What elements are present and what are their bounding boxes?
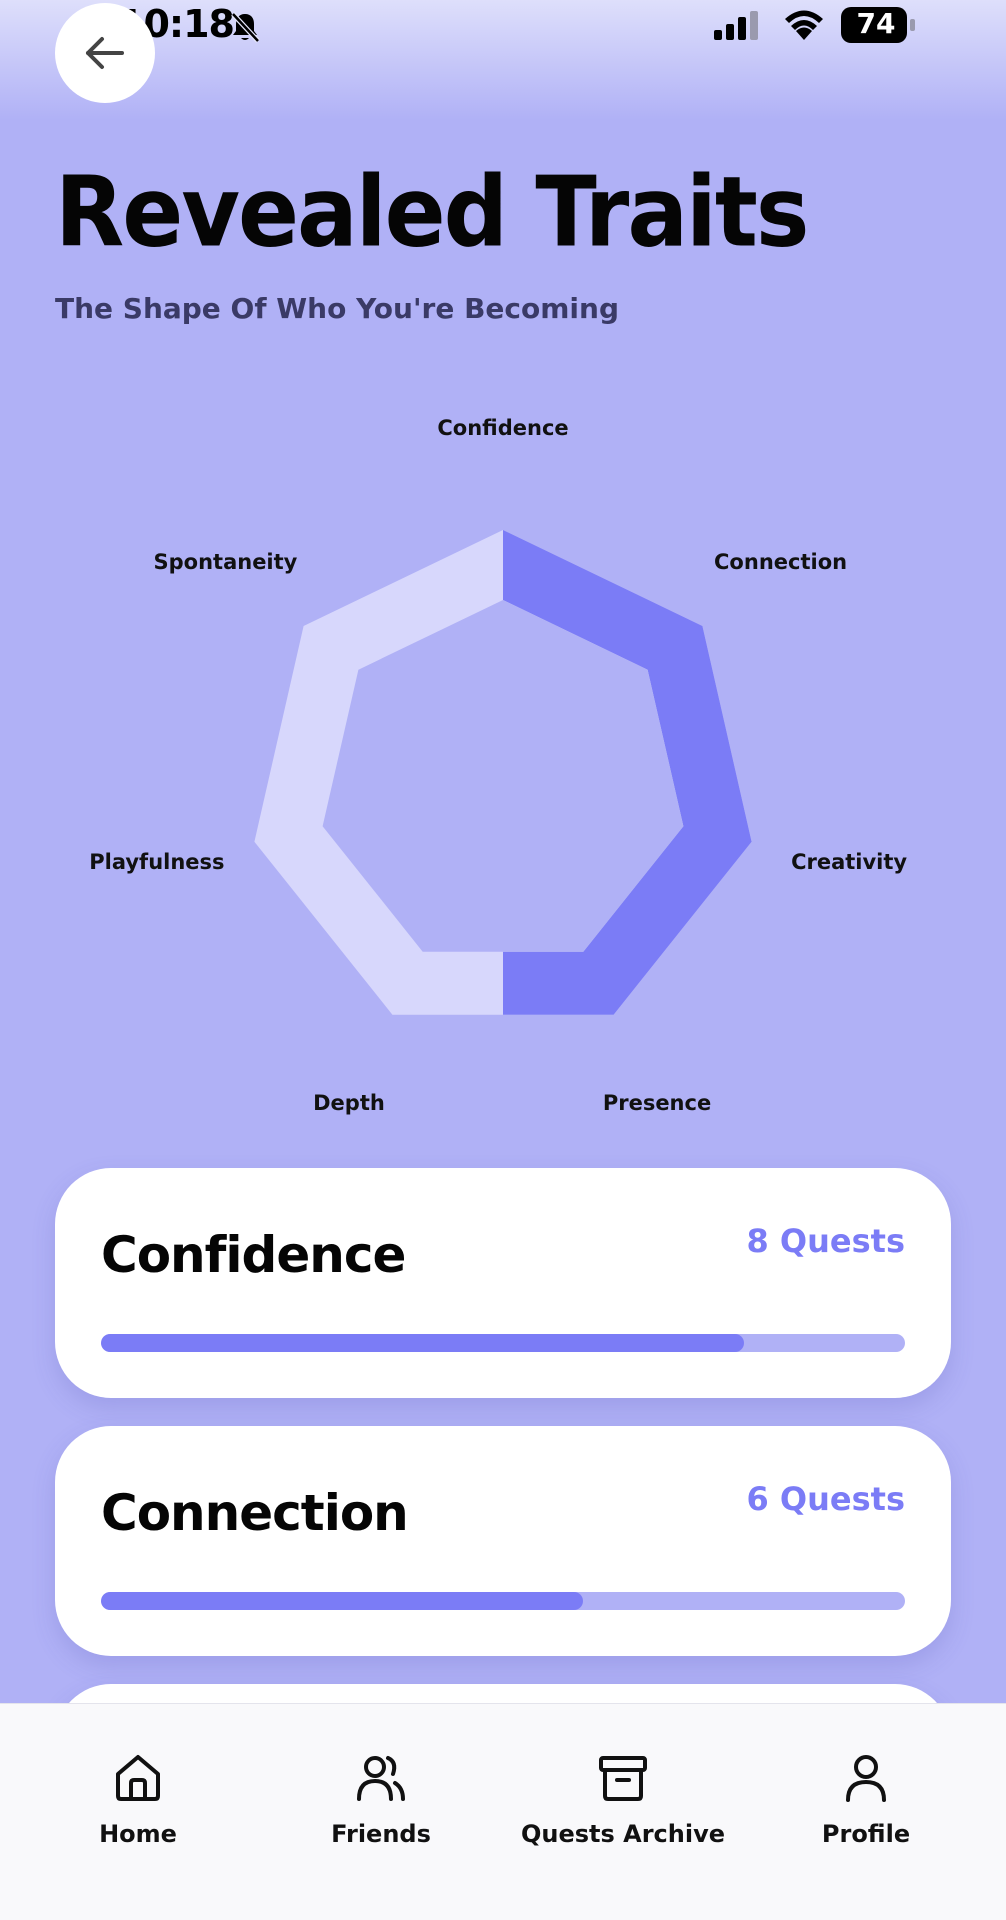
wifi-icon bbox=[785, 10, 823, 40]
radar-label-depth: Depth bbox=[313, 1090, 385, 1115]
trait-quest-count: 8 Quests bbox=[746, 1222, 905, 1260]
nav-label: Profile bbox=[821, 1820, 911, 1848]
nav-item-home[interactable]: Home bbox=[28, 1752, 248, 1862]
arrow-left-icon bbox=[86, 37, 124, 69]
nav-label: Home bbox=[99, 1820, 177, 1848]
trait-name: Connection bbox=[101, 1484, 409, 1542]
traits-radar: Confidence Connection Creativity Presenc… bbox=[0, 400, 1006, 1120]
trait-card-confidence[interactable]: Confidence 8 Quests bbox=[55, 1168, 951, 1398]
page-subtitle: The Shape Of Who You're Becoming bbox=[55, 292, 619, 325]
profile-icon bbox=[846, 1755, 886, 1802]
friends-icon bbox=[357, 1756, 405, 1801]
radar-label-playfulness: Playfulness bbox=[89, 849, 225, 874]
nav-item-quests-archive[interactable]: Quests Archive bbox=[513, 1752, 733, 1862]
trait-progress-track bbox=[101, 1334, 905, 1352]
home-icon bbox=[116, 1755, 160, 1801]
trait-progress-fill bbox=[101, 1334, 745, 1352]
nav-item-profile[interactable]: Profile bbox=[756, 1752, 976, 1862]
radar-svg bbox=[254, 530, 752, 1015]
nav-item-friends[interactable]: Friends bbox=[271, 1752, 491, 1862]
trait-quest-count: 6 Quests bbox=[746, 1480, 905, 1518]
back-button[interactable] bbox=[55, 3, 155, 103]
trait-progress-fill bbox=[101, 1592, 584, 1610]
trait-card-connection[interactable]: Connection 6 Quests bbox=[55, 1426, 951, 1656]
nav-label: Friends bbox=[331, 1820, 431, 1848]
page-title: Revealed Traits bbox=[55, 156, 809, 270]
radar-label-creativity: Creativity bbox=[791, 849, 908, 874]
radar-label-confidence: Confidence bbox=[437, 416, 569, 440]
bell-muted-icon bbox=[231, 12, 260, 43]
battery-level: 74 bbox=[856, 7, 896, 40]
nav-label: Quests Archive bbox=[520, 1820, 726, 1848]
trait-progress-track bbox=[101, 1592, 905, 1610]
bottom-nav: Home Friends Quests Archive Profile bbox=[0, 1703, 1006, 1920]
radar-label-presence: Presence bbox=[602, 1090, 712, 1115]
trait-name: Confidence bbox=[101, 1226, 406, 1284]
radar-label-spontaneity: Spontaneity bbox=[153, 549, 298, 574]
archive-icon bbox=[599, 1756, 647, 1801]
radar-label-connection: Connection bbox=[714, 549, 848, 574]
signal-icon bbox=[714, 11, 758, 40]
